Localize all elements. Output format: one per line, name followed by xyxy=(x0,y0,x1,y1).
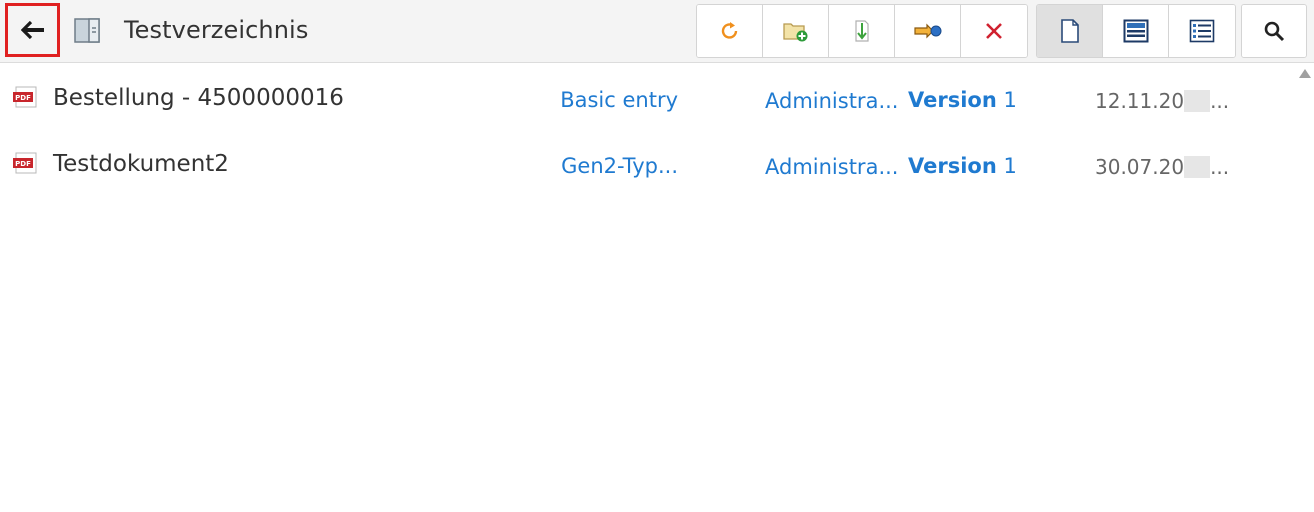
refresh-icon xyxy=(721,22,737,39)
version-link[interactable]: Version 1 xyxy=(908,154,1017,178)
version-number: 1 xyxy=(1003,88,1017,112)
date-suffix: ... xyxy=(1210,155,1230,179)
document-name[interactable]: Bestellung - 4500000016 xyxy=(53,85,344,111)
version-link[interactable]: Version 1 xyxy=(908,88,1017,112)
folder-add-icon xyxy=(782,23,807,42)
document-name[interactable]: Testdokument2 xyxy=(53,151,229,177)
preview-list-icon xyxy=(1123,19,1148,43)
redacted-mask xyxy=(1184,156,1211,178)
svg-text:PDF: PDF xyxy=(15,160,31,168)
folder-panel-icon xyxy=(74,18,100,43)
date-suffix: ... xyxy=(1210,89,1230,113)
delete-button[interactable] xyxy=(961,5,1027,57)
pdf-icon: PDF xyxy=(13,86,37,108)
svg-text:PDF: PDF xyxy=(15,94,31,102)
preview-view-button[interactable] xyxy=(1103,5,1169,57)
list-item[interactable]: PDF Bestellung - 4500000016 Basic entry … xyxy=(0,70,1296,130)
detail-list-icon xyxy=(1189,19,1215,43)
action-button-group xyxy=(696,4,1028,58)
move-hand-icon xyxy=(913,23,941,39)
download-arrow-icon xyxy=(854,20,869,42)
arrow-left-icon xyxy=(20,21,44,39)
document-icon xyxy=(1060,19,1079,43)
new-folder-button[interactable] xyxy=(763,5,829,57)
version-number: 1 xyxy=(1003,154,1017,178)
version-label: Version xyxy=(908,154,997,178)
document-view-button[interactable] xyxy=(1037,5,1103,57)
search-button-group xyxy=(1241,4,1307,58)
date-prefix: 12.11.20 xyxy=(1095,89,1185,113)
scroll-up-arrow-icon[interactable] xyxy=(1299,69,1311,78)
search-button[interactable] xyxy=(1242,5,1306,57)
document-type-link[interactable]: Gen2-Typ... xyxy=(561,154,678,178)
document-date: 30.07.20... xyxy=(1095,155,1229,179)
move-button[interactable] xyxy=(895,5,961,57)
search-icon xyxy=(1264,21,1285,42)
list-item[interactable]: PDF Testdokument2 Gen2-Typ... Administra… xyxy=(0,136,1296,196)
redacted-mask xyxy=(1184,90,1211,112)
toolbar: Testverzeichnis xyxy=(0,0,1314,63)
refresh-button[interactable] xyxy=(697,5,763,57)
vertical-scrollbar[interactable] xyxy=(1296,63,1314,512)
page-title: Testverzeichnis xyxy=(124,16,309,44)
view-button-group xyxy=(1036,4,1236,58)
document-type-link[interactable]: Basic entry xyxy=(560,88,678,112)
document-owner-link[interactable]: Administra... xyxy=(765,89,898,113)
version-label: Version xyxy=(908,88,997,112)
download-button[interactable] xyxy=(829,5,895,57)
document-owner-link[interactable]: Administra... xyxy=(765,155,898,179)
details-view-button[interactable] xyxy=(1169,5,1235,57)
date-prefix: 30.07.20 xyxy=(1095,155,1185,179)
document-date: 12.11.20... xyxy=(1095,89,1229,113)
back-button[interactable] xyxy=(5,3,60,57)
pdf-icon: PDF xyxy=(13,152,37,174)
close-x-icon xyxy=(986,23,1002,39)
